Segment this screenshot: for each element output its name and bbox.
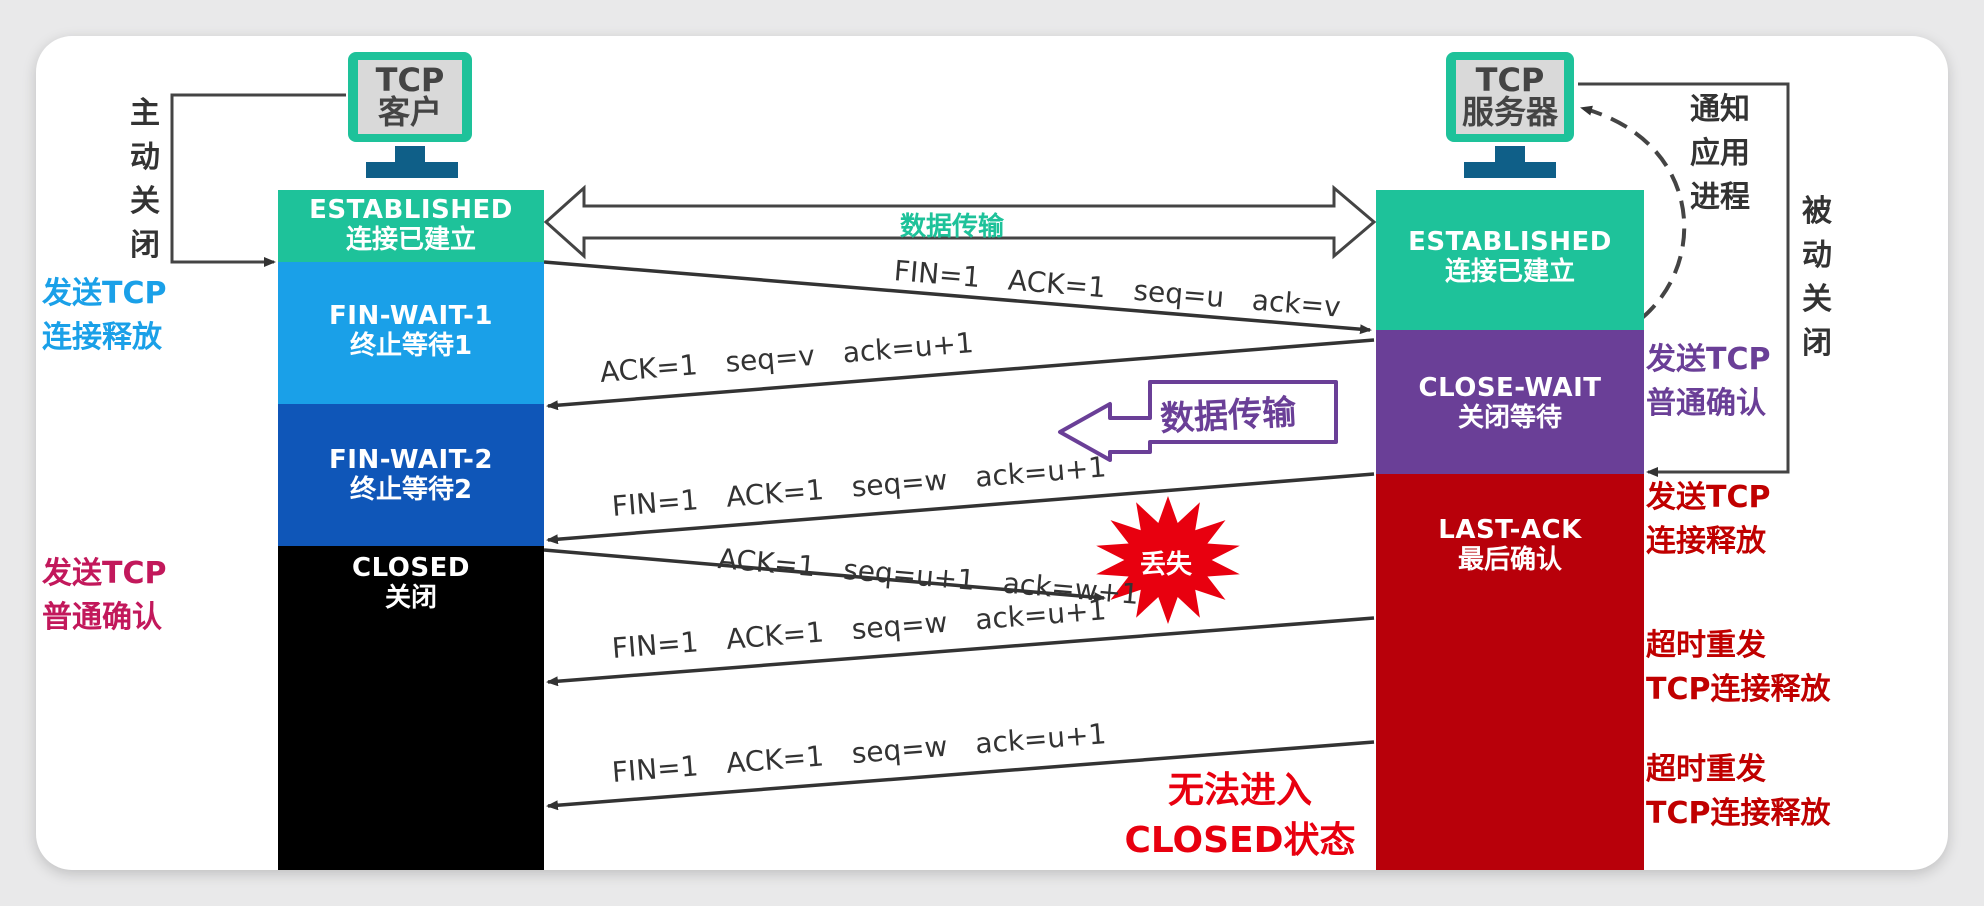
label-line: 发送TCP [42, 276, 167, 311]
msg-part: FIN=1 [892, 254, 982, 295]
server-state-last-ack: LAST-ACK 最后确认 [1376, 474, 1644, 870]
server-state-established: ESTABLISHED 连接已建立 [1376, 190, 1644, 330]
active-close-label: 主 动 关 闭 [128, 92, 162, 268]
client-state-established: ESTABLISHED 连接已建立 [278, 190, 544, 262]
client-title: TCP 客户 [358, 64, 462, 128]
char: 主 [130, 96, 160, 131]
label-line: TCP连接释放 [1646, 796, 1831, 831]
state-en: FIN-WAIT-1 [329, 301, 493, 331]
state-en: FIN-WAIT-2 [329, 445, 493, 475]
char: 动 [1802, 238, 1832, 273]
state-en: CLOSED [352, 553, 470, 583]
client-title-line1: TCP [375, 61, 445, 99]
server-state-close-wait: CLOSE-WAIT 关闭等待 [1376, 330, 1644, 474]
state-zh: 最后确认 [1457, 544, 1562, 575]
label-line: 发送TCP [1646, 342, 1771, 377]
notify-line: 进程 [1690, 180, 1750, 215]
label-line: 超时重发 [1646, 752, 1766, 787]
label-line: 普通确认 [42, 600, 162, 635]
cannot-enter-line2: CLOSED状态 [1124, 820, 1356, 861]
client-state-fin-wait-2: FIN-WAIT-2 终止等待2 [278, 404, 544, 546]
msg-part: FIN=1 [610, 625, 700, 665]
right-label-retransmit-1: 超时重发 TCP连接释放 [1646, 624, 1830, 712]
label-line: TCP连接释放 [1646, 672, 1831, 707]
char: 关 [1802, 282, 1832, 317]
notify-line: 通知 [1690, 92, 1750, 127]
data-transfer-callout-label: 数据传输 [1159, 392, 1298, 440]
cannot-enter-line1: 无法进入 [1167, 770, 1312, 811]
lost-label: 丢失 [1140, 550, 1193, 580]
left-label-send-ack: 发送TCP 普通确认 [42, 552, 166, 640]
server-title-line1: TCP [1475, 61, 1545, 99]
state-en: LAST-ACK [1438, 515, 1582, 545]
server-title-line2: 服务器 [1461, 93, 1558, 131]
right-label-send-ack: 发送TCP 普通确认 [1646, 338, 1770, 426]
state-zh: 终止等待2 [349, 474, 473, 505]
passive-close-label: 被 动 关 闭 [1800, 190, 1834, 366]
right-label-send-fin: 发送TCP 连接释放 [1646, 476, 1770, 564]
cannot-enter-closed-label: 无法进入 CLOSED状态 [1110, 766, 1370, 866]
char: 闭 [130, 228, 160, 263]
state-zh: 关闭 [384, 582, 437, 613]
state-zh: 连接已建立 [345, 224, 476, 255]
state-zh: 连接已建立 [1444, 256, 1575, 287]
label-line: 连接释放 [42, 320, 162, 355]
client-state-fin-wait-1: FIN-WAIT-1 终止等待1 [278, 262, 544, 404]
notify-app-label: 通知 应用 进程 [1690, 88, 1750, 220]
data-transfer-label: 数据传输 [900, 212, 1005, 242]
char: 动 [130, 140, 160, 175]
char: 被 [1802, 194, 1832, 229]
state-en: CLOSE-WAIT [1418, 373, 1602, 403]
server-title: TCP 服务器 [1456, 64, 1564, 128]
label-line: 连接释放 [1646, 524, 1766, 559]
left-label-send-fin: 发送TCP 连接释放 [42, 272, 166, 360]
notify-line: 应用 [1690, 136, 1750, 171]
msg-part: FIN=1 [610, 749, 700, 789]
state-en: ESTABLISHED [1408, 227, 1612, 257]
msg-part: FIN=1 [610, 483, 700, 523]
state-zh: 关闭等待 [1457, 402, 1562, 433]
label-line: 普通确认 [1646, 386, 1766, 421]
state-zh: 终止等待1 [349, 330, 473, 361]
char: 关 [130, 184, 160, 219]
client-title-line2: 客户 [377, 93, 442, 131]
right-label-retransmit-2: 超时重发 TCP连接释放 [1646, 748, 1830, 836]
client-state-closed: CLOSED 关闭 [278, 546, 544, 870]
label-line: 超时重发 [1646, 628, 1766, 663]
state-en: ESTABLISHED [309, 195, 513, 225]
label-line: 发送TCP [1646, 480, 1771, 515]
char: 闭 [1802, 326, 1832, 361]
label-line: 发送TCP [42, 556, 167, 591]
